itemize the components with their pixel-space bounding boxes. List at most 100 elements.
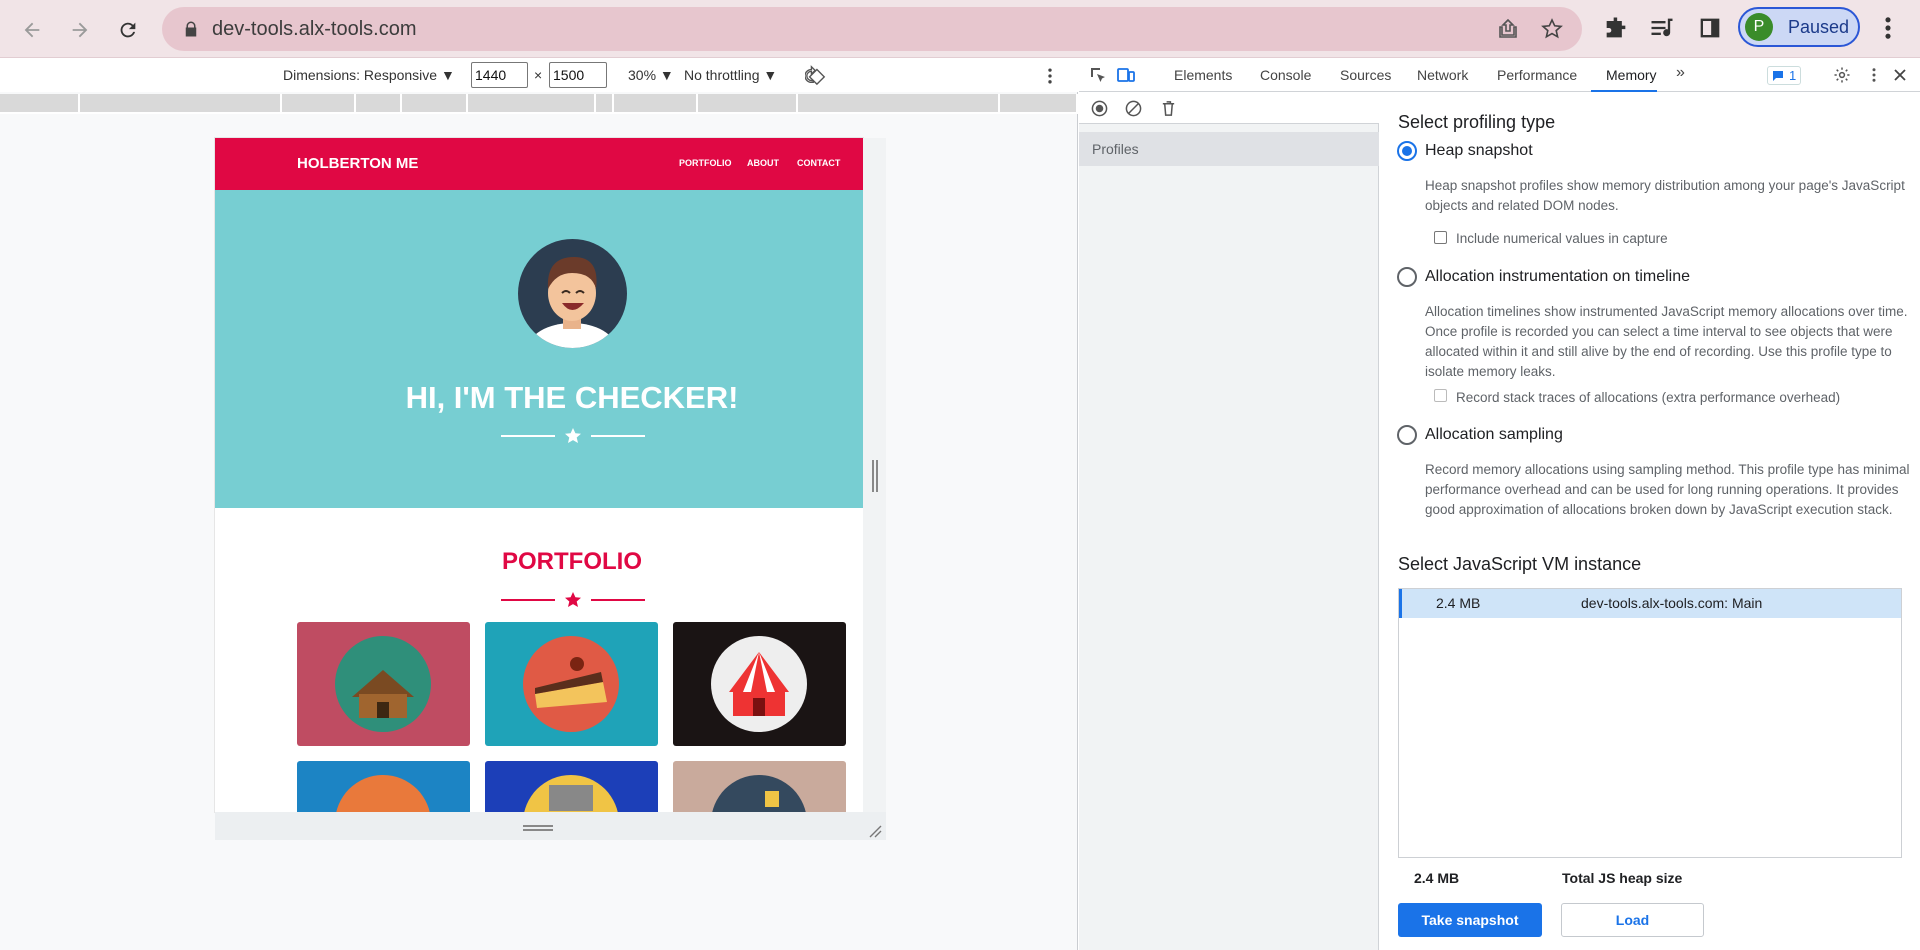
allocation-timeline-label[interactable]: Allocation instrumentation on timeline [1425, 268, 1690, 286]
dimension-separator: × [534, 67, 543, 83]
avatar-illustration [518, 239, 627, 348]
portfolio-tile-cabin[interactable] [297, 622, 470, 746]
load-button[interactable]: Load [1561, 903, 1704, 937]
device-toolbar: Dimensions: Responsive ▼ 1440 × 1500 30%… [0, 58, 1078, 92]
numerical-values-checkbox[interactable] [1434, 231, 1447, 244]
media-query-ruler[interactable] [0, 94, 1078, 114]
reload-button[interactable] [110, 12, 146, 48]
allocation-sampling-radio[interactable] [1397, 425, 1417, 445]
ruler-segment[interactable] [614, 94, 698, 112]
width-input[interactable]: 1440 [471, 62, 528, 88]
side-panel-icon[interactable] [1696, 14, 1724, 42]
reload-icon [120, 22, 136, 38]
vm-instance-name: dev-tools.alx-tools.com: Main [1581, 595, 1763, 611]
profile-launcher: Select profiling type Heap snapshot Heap… [1380, 92, 1920, 950]
star-divider-icon [501, 592, 645, 607]
ruler-segment[interactable] [798, 94, 1000, 112]
ruler-segment[interactable] [0, 94, 80, 112]
media-control-icon[interactable] [1648, 14, 1676, 42]
emulated-page: HOLBERTON ME PORTFOLIO ABOUT CONTACT HI,… [215, 138, 863, 812]
profile-button[interactable]: P Paused [1738, 7, 1860, 47]
take-snapshot-button[interactable]: Take snapshot [1398, 903, 1542, 937]
vm-instance-list: 2.4 MB dev-tools.alx-tools.com: Main [1398, 588, 1902, 858]
inspect-element-icon[interactable] [1089, 66, 1107, 84]
tab-console[interactable]: Console [1260, 67, 1311, 83]
chrome-menu-icon[interactable] [1878, 14, 1898, 42]
url-text[interactable]: dev-tools.alx-tools.com [212, 18, 417, 41]
resize-corner-icon[interactable] [868, 824, 882, 838]
star-divider-icon [501, 428, 645, 443]
ruler-segment[interactable] [356, 94, 402, 112]
heap-snapshot-radio[interactable] [1397, 141, 1417, 161]
settings-gear-icon[interactable] [1833, 66, 1851, 84]
portfolio-tile-6[interactable] [673, 761, 846, 812]
nav-portfolio-link[interactable]: PORTFOLIO [679, 158, 732, 168]
address-bar[interactable]: dev-tools.alx-tools.com [162, 7, 1582, 51]
tab-sources[interactable]: Sources [1340, 67, 1391, 83]
ruler-segment[interactable] [80, 94, 282, 112]
more-options-icon[interactable] [1045, 66, 1055, 86]
rotate-icon[interactable] [805, 64, 827, 86]
issues-badge[interactable]: 1 [1767, 66, 1801, 85]
vm-instance-title: Select JavaScript VM instance [1398, 554, 1642, 574]
ruler-segment[interactable] [698, 94, 798, 112]
portfolio-title: PORTFOLIO [502, 548, 642, 575]
share-icon[interactable] [1496, 17, 1520, 41]
record-icon[interactable] [1091, 100, 1108, 117]
hero-section: HI, I'M THE CHECKER! [215, 190, 863, 508]
site-header: HOLBERTON ME PORTFOLIO ABOUT CONTACT [215, 138, 863, 190]
heap-snapshot-label[interactable]: Heap snapshot [1425, 142, 1533, 160]
resize-handle-bottom[interactable] [523, 825, 553, 831]
ruler-segment[interactable] [468, 94, 596, 112]
zoom-label: 30% [628, 67, 657, 83]
vm-instance-row[interactable]: 2.4 MB dev-tools.alx-tools.com: Main [1399, 589, 1901, 618]
allocation-sampling-description: Record memory allocations using sampling… [1425, 462, 1910, 517]
resize-handle-right[interactable] [872, 460, 878, 492]
height-input[interactable]: 1500 [549, 62, 607, 88]
profiles-header: Profiles [1079, 132, 1379, 166]
dimensions-label: Dimensions: Responsive [283, 67, 438, 83]
clear-icon[interactable] [1125, 100, 1142, 117]
portfolio-tile-cake[interactable] [485, 622, 658, 746]
allocation-sampling-label[interactable]: Allocation sampling [1425, 426, 1563, 444]
browser-toolbar: dev-tools.alx-tools.com P Paused [0, 0, 1920, 58]
more-tabs-icon[interactable]: » [1676, 64, 1685, 82]
forward-button[interactable] [62, 12, 98, 48]
portfolio-tile-circus[interactable] [673, 622, 846, 746]
caret-down-icon: ▼ [659, 67, 674, 83]
throttling-label: No throttling [684, 67, 760, 83]
caret-down-icon: ▼ [763, 67, 778, 83]
tab-network[interactable]: Network [1417, 67, 1468, 83]
portfolio-tile-4[interactable] [297, 761, 470, 812]
tab-elements[interactable]: Elements [1174, 67, 1232, 83]
arrow-right-icon [72, 22, 88, 38]
device-toggle-icon[interactable] [1117, 66, 1135, 84]
portfolio-tile-5[interactable] [485, 761, 658, 812]
nav-contact-link[interactable]: CONTACT [797, 158, 840, 168]
devtools-menu-icon[interactable] [1865, 66, 1883, 84]
ruler-segment[interactable] [402, 94, 468, 112]
nav-about-link[interactable]: ABOUT [747, 158, 779, 168]
tab-memory[interactable]: Memory [1606, 67, 1657, 83]
back-button[interactable] [14, 12, 50, 48]
issues-count: 1 [1789, 68, 1797, 83]
zoom-dropdown[interactable]: 30% ▼ [628, 67, 674, 83]
devtools-panel: Elements Console Sources Network Perform… [1079, 58, 1920, 950]
message-icon [1773, 71, 1783, 81]
ruler-segment[interactable] [282, 94, 356, 112]
stack-traces-checkbox[interactable] [1434, 389, 1447, 402]
allocation-timeline-radio[interactable] [1397, 267, 1417, 287]
dimensions-dropdown[interactable]: Dimensions: Responsive ▼ [283, 67, 455, 83]
trash-icon[interactable] [1160, 100, 1177, 117]
site-brand[interactable]: HOLBERTON ME [297, 155, 418, 172]
extensions-icon[interactable] [1602, 14, 1630, 42]
tab-performance[interactable]: Performance [1497, 67, 1577, 83]
total-heap-size-label: Total JS heap size [1562, 870, 1683, 886]
ruler-segment[interactable] [596, 94, 614, 112]
close-icon[interactable] [1891, 66, 1909, 84]
bookmark-star-icon[interactable] [1540, 17, 1564, 41]
numerical-values-label[interactable]: Include numerical values in capture [1456, 231, 1668, 246]
ruler-segment[interactable] [1000, 94, 1078, 112]
throttling-dropdown[interactable]: No throttling ▼ [684, 67, 777, 83]
caret-down-icon: ▼ [440, 67, 455, 83]
